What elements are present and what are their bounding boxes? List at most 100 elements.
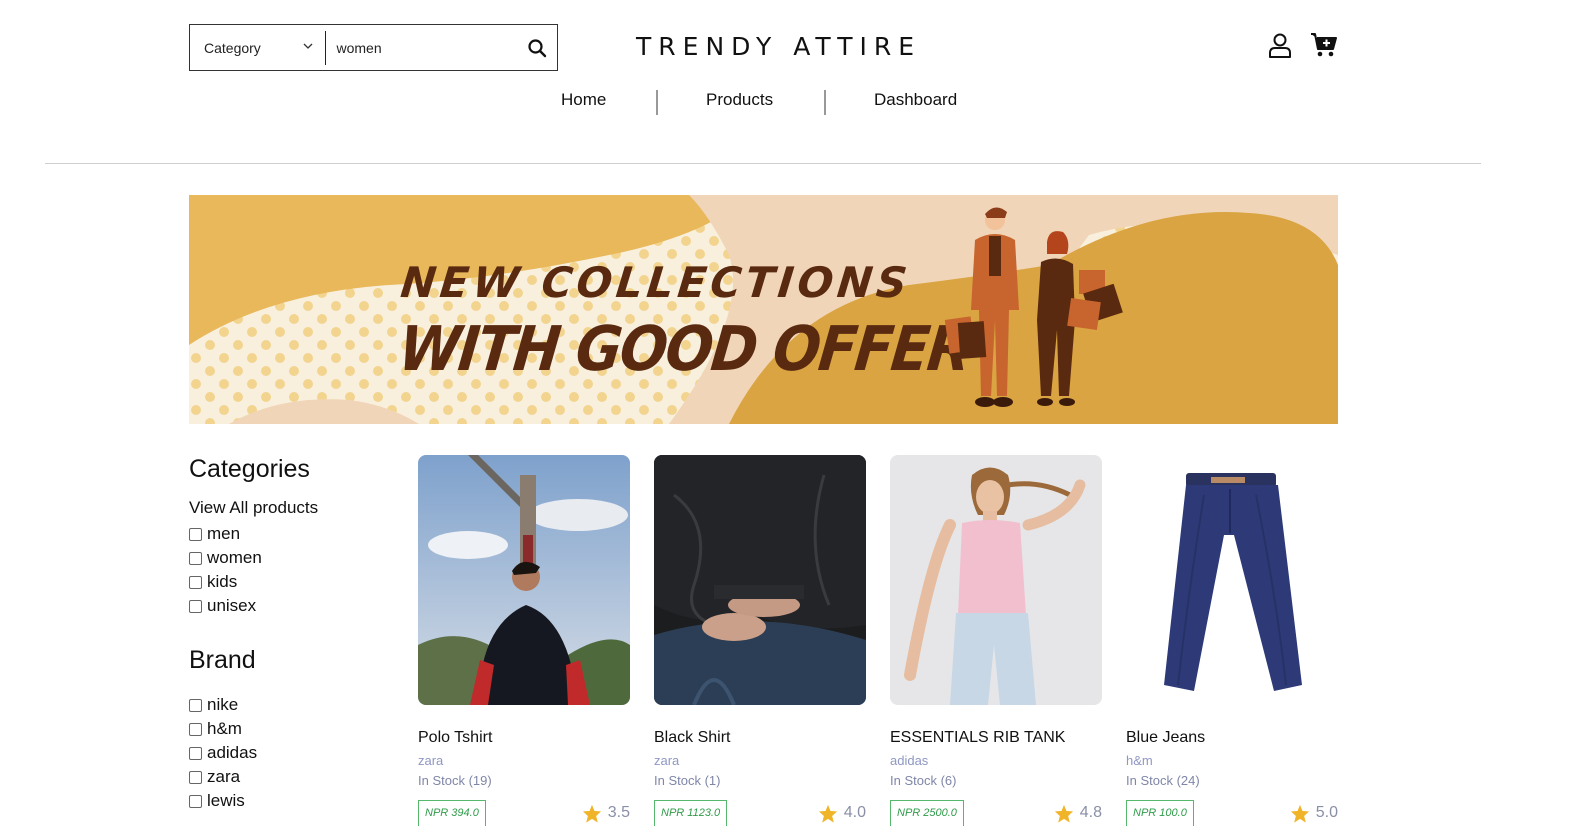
blue-jeans-photo	[1126, 455, 1338, 705]
category-filter-unisex[interactable]: unisex	[189, 594, 389, 618]
brand-filter-nike[interactable]: nike	[189, 693, 389, 717]
nav-dashboard[interactable]: Dashboard	[874, 90, 957, 110]
brand-filter-label: h&m	[207, 719, 242, 738]
brand-filter-lewis[interactable]: lewis	[189, 789, 389, 813]
category-dropdown-label: Category	[204, 39, 261, 56]
header-divider	[45, 163, 1481, 164]
product-card[interactable]: Blue Jeans h&m In Stock (24) NPR 100.0 5…	[1126, 455, 1338, 826]
polo-tshirt-photo	[418, 455, 630, 705]
rating-value: 5.0	[1315, 804, 1338, 821]
nav-separator	[656, 90, 658, 115]
star-icon	[818, 804, 837, 823]
categories-heading: Categories	[189, 455, 310, 483]
brand-filter-label: nike	[207, 695, 239, 714]
brand-filter-label: lewis	[207, 791, 245, 810]
chevron-down-icon	[303, 43, 312, 49]
product-rating: 4.8	[1054, 804, 1102, 823]
product-card-footer: NPR 100.0 5.0	[1126, 800, 1338, 826]
price-tag: NPR 2500.0	[890, 800, 964, 826]
price-tag: NPR 1123.0	[654, 800, 728, 826]
banner-headline-2: WITH GOOD OFFER	[395, 313, 973, 386]
search-button[interactable]	[517, 25, 557, 70]
brand-filter-zara[interactable]: zara	[189, 765, 389, 789]
product-rating: 5.0	[1290, 804, 1338, 823]
rating-value: 3.5	[607, 804, 630, 821]
category-filter-women[interactable]: women	[189, 546, 389, 570]
product-card-footer: NPR 1123.0 4.0	[654, 800, 866, 826]
shoppers-illustration	[944, 207, 1123, 407]
brand-filter-adidas[interactable]: adidas	[189, 741, 389, 765]
product-image[interactable]	[1126, 455, 1338, 705]
product-name[interactable]: Black Shirt	[654, 729, 866, 747]
checkbox[interactable]	[189, 698, 202, 712]
price-tag: NPR 394.0	[418, 800, 486, 826]
rating-value: 4.0	[843, 804, 866, 821]
star-icon	[1290, 804, 1309, 823]
search-icon	[528, 38, 547, 57]
checkbox[interactable]	[189, 722, 202, 736]
product-image[interactable]	[418, 455, 630, 705]
nav-separator	[824, 90, 826, 115]
product-card-footer: NPR 394.0 3.5	[418, 800, 630, 826]
product-brand: adidas	[890, 753, 929, 768]
brand-heading: Brand	[189, 646, 256, 674]
user-icon	[1269, 33, 1291, 58]
checkbox[interactable]	[189, 746, 202, 760]
category-filter-label: men	[207, 524, 241, 543]
category-filter-kids[interactable]: kids	[189, 570, 389, 594]
product-name[interactable]: Polo Tshirt	[418, 729, 630, 747]
product-name[interactable]: Blue Jeans	[1126, 729, 1338, 747]
product-image[interactable]	[654, 455, 866, 705]
nav-home[interactable]: Home	[561, 90, 606, 110]
category-filter-label: women	[207, 548, 262, 567]
category-filter-label: kids	[207, 572, 238, 591]
banner-background	[189, 195, 1338, 424]
brand-filter-label: adidas	[207, 743, 258, 762]
product-card[interactable]: Polo Tshirt zara In Stock (19) NPR 394.0…	[418, 455, 630, 826]
product-stock: In Stock (19)	[418, 773, 492, 788]
product-stock: In Stock (1)	[654, 773, 721, 788]
nav-products[interactable]: Products	[706, 90, 773, 110]
star-icon	[1054, 804, 1073, 823]
cart-button[interactable]	[1310, 30, 1338, 60]
header-actions	[1266, 30, 1338, 60]
product-brand: zara	[418, 753, 444, 768]
black-shirt-photo	[654, 455, 866, 705]
product-image[interactable]	[890, 455, 1102, 705]
checkbox[interactable]	[189, 770, 202, 784]
checkbox[interactable]	[189, 551, 202, 565]
checkbox[interactable]	[189, 599, 202, 613]
price-tag: NPR 100.0	[1126, 800, 1194, 826]
category-filter-men[interactable]: men	[189, 522, 389, 546]
brand-filter-group: Brand nike h&m adidas zara lewis	[189, 646, 389, 813]
product-name[interactable]: ESSENTIALS RIB TANK	[890, 729, 1102, 747]
product-rating: 4.0	[818, 804, 866, 823]
brand-filter-label: zara	[207, 767, 241, 786]
product-brand: h&m	[1126, 753, 1153, 768]
product-brand: zara	[654, 753, 680, 768]
search-input[interactable]	[326, 25, 518, 70]
filter-sidebar: Categories View All products men women k…	[189, 455, 389, 813]
checkbox[interactable]	[189, 575, 202, 589]
category-filter-label: unisex	[207, 596, 257, 615]
product-stock: In Stock (6)	[890, 773, 957, 788]
product-card[interactable]: Black Shirt zara In Stock (1) NPR 1123.0…	[654, 455, 866, 826]
promo-banner[interactable]: NEW COLLECTIONS WITH GOOD OFFER	[189, 195, 1338, 424]
product-stock: In Stock (24)	[1126, 773, 1200, 788]
rib-tank-photo	[890, 455, 1102, 705]
product-rating: 3.5	[582, 804, 630, 823]
checkbox[interactable]	[189, 794, 202, 808]
brand-filter-hm[interactable]: h&m	[189, 717, 389, 741]
star-icon	[582, 804, 601, 823]
banner-headline-1: NEW COLLECTIONS	[398, 258, 914, 307]
checkbox[interactable]	[189, 527, 202, 541]
cart-icon	[1311, 33, 1337, 57]
account-button[interactable]	[1266, 30, 1294, 60]
main-nav: Home Products Dashboard	[0, 90, 1592, 116]
search-bar: Category	[189, 24, 558, 71]
product-card-footer: NPR 2500.0 4.8	[890, 800, 1102, 826]
product-card[interactable]: ESSENTIALS RIB TANK adidas In Stock (6) …	[890, 455, 1102, 826]
view-all-products-link[interactable]: View All products	[189, 498, 389, 518]
site-logo-title[interactable]: TRENDY ATTIRE	[636, 32, 921, 61]
category-dropdown[interactable]: Category	[190, 25, 325, 70]
